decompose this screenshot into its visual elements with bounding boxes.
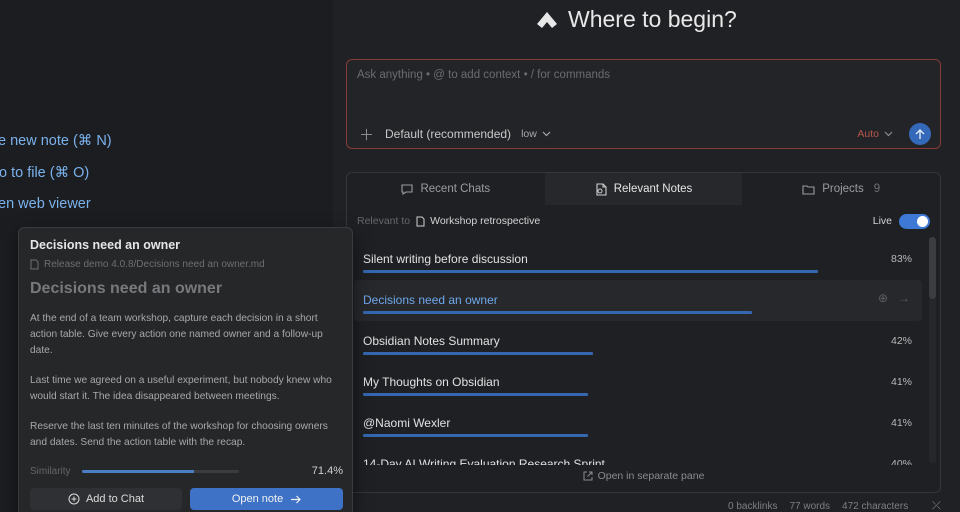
relevant-note-score: 41% bbox=[890, 417, 912, 429]
external-link-icon bbox=[583, 471, 593, 481]
chat-composer: ＋ Default (recommended) low Auto bbox=[346, 59, 941, 149]
open-in-separate-pane-link[interactable]: Open in separate pane bbox=[347, 470, 940, 482]
scrollbar-thumb[interactable] bbox=[929, 237, 936, 299]
model-selector[interactable]: Default (recommended) bbox=[385, 127, 511, 141]
chat-icon bbox=[401, 183, 414, 195]
relevant-note-title: @Naomi Wexler bbox=[363, 416, 451, 430]
relevant-note-title: 14-Day AI Writing Evaluation Research Sp… bbox=[363, 457, 605, 465]
relevant-note-item[interactable]: Decisions need an owner ⊕ → bbox=[354, 280, 922, 321]
results-scrollbar[interactable] bbox=[929, 237, 936, 463]
tab-projects[interactable]: Projects 9 bbox=[742, 173, 940, 205]
open-note-label: Open note bbox=[231, 493, 284, 505]
live-toggle-group: Live bbox=[872, 213, 930, 229]
effort-label: low bbox=[521, 128, 537, 140]
file-icon bbox=[416, 216, 425, 226]
status-bar: 0 backlinks 77 words 472 characters bbox=[728, 501, 908, 512]
relevant-note[interactable]: Workshop retrospective bbox=[416, 215, 540, 227]
live-label: Live bbox=[872, 215, 892, 227]
relevant-note-item[interactable]: @Naomi Wexler 41% bbox=[354, 403, 922, 444]
relevant-note-score: 41% bbox=[890, 376, 912, 388]
relevant-note-item[interactable]: Silent writing before discussion 83% bbox=[354, 239, 922, 280]
logo-icon bbox=[537, 11, 557, 28]
relevant-note-actions: ⊕ → bbox=[878, 291, 910, 305]
notes-icon bbox=[596, 182, 607, 196]
auto-label: Auto bbox=[857, 128, 879, 140]
tab-label: Relevant Notes bbox=[613, 183, 693, 195]
add-to-chat-icon[interactable]: ⊕ bbox=[878, 291, 888, 305]
preview-paragraph: Reserve the last ten minutes of the work… bbox=[30, 421, 328, 448]
word-count: 77 words bbox=[789, 501, 831, 512]
add-context-button[interactable]: ＋ bbox=[359, 124, 379, 145]
relevant-note-score-bar bbox=[363, 311, 752, 314]
relevant-note-title: My Thoughts on Obsidian bbox=[363, 375, 500, 389]
similarity-label: Similarity bbox=[30, 465, 71, 477]
relevant-note-score: 42% bbox=[890, 335, 912, 347]
tab-relevant-notes[interactable]: Relevant Notes bbox=[544, 173, 743, 205]
preview-path-text: Release demo 4.0.8/Decisions need an own… bbox=[44, 259, 265, 270]
chat-input[interactable] bbox=[357, 69, 927, 81]
preview-actions: Add to Chat Open note bbox=[30, 488, 343, 510]
plus-circle-icon bbox=[68, 493, 80, 505]
relevant-note-title: Silent writing before discussion bbox=[363, 252, 528, 266]
arrow-right-icon bbox=[291, 495, 302, 503]
create-new-note-link[interactable]: e new note (⌘ N) bbox=[0, 133, 112, 149]
similarity-value: 71.4% bbox=[311, 465, 343, 477]
chevron-down-icon bbox=[884, 131, 893, 137]
composer-toolbar: ＋ Default (recommended) low Auto bbox=[359, 123, 931, 145]
similarity-row: Similarity 71.4% bbox=[30, 465, 343, 477]
relevant-note-score-bar bbox=[363, 270, 818, 273]
tab-label: Projects bbox=[822, 183, 864, 195]
tab-label: Recent Chats bbox=[420, 183, 491, 195]
chevron-down-icon bbox=[542, 131, 551, 137]
similarity-bar bbox=[82, 469, 239, 473]
arrow-up-icon bbox=[915, 128, 925, 139]
page-title: Where to begin? bbox=[568, 6, 737, 32]
add-to-chat-button[interactable]: Add to Chat bbox=[30, 488, 182, 510]
note-preview-popover: Decisions need an owner Release demo 4.0… bbox=[18, 227, 353, 512]
relevant-note-item[interactable]: 14-Day AI Writing Evaluation Research Sp… bbox=[354, 444, 922, 465]
live-toggle[interactable] bbox=[899, 213, 930, 229]
relevant-note-score-bar bbox=[363, 352, 593, 355]
open-pane-label: Open in separate pane bbox=[597, 470, 705, 482]
relevant-row: Relevant to Workshop retrospective Live bbox=[347, 205, 940, 237]
sync-off-icon[interactable]: ⤫ bbox=[932, 500, 941, 512]
relevant-note-title: Workshop retrospective bbox=[430, 215, 541, 227]
preview-path: Release demo 4.0.8/Decisions need an own… bbox=[30, 259, 341, 270]
relevant-note-title: Decisions need an owner bbox=[363, 293, 498, 307]
preview-heading: Decisions need an owner bbox=[30, 280, 223, 297]
tab-recent-chats[interactable]: Recent Chats bbox=[347, 173, 545, 205]
relevant-label: Relevant to bbox=[357, 215, 411, 227]
preview-paragraph: At the end of a team workshop, capture e… bbox=[30, 313, 323, 356]
relevant-notes-list: Silent writing before discussion 83% Decis… bbox=[354, 239, 922, 465]
context-panel: Recent Chats Relevant Notes Projects 9 R… bbox=[346, 172, 941, 493]
relevant-note-item[interactable]: My Thoughts on Obsidian 41% bbox=[354, 362, 922, 403]
page-header: Where to begin? bbox=[536, 6, 737, 33]
projects-count: 9 bbox=[873, 183, 881, 195]
relevant-note-title: Obsidian Notes Summary bbox=[363, 334, 500, 348]
relevant-note-score-bar bbox=[363, 434, 588, 437]
similarity-bar-fill bbox=[82, 469, 195, 473]
preview-title: Decisions need an owner bbox=[30, 238, 181, 252]
arrow-right-icon[interactable]: → bbox=[898, 291, 910, 305]
open-web-viewer-link[interactable]: en web viewer bbox=[0, 196, 91, 212]
relevant-note-score: 40% bbox=[890, 458, 912, 465]
folder-icon bbox=[802, 184, 815, 195]
send-button[interactable] bbox=[909, 123, 931, 145]
relevant-note-score-bar bbox=[363, 393, 588, 396]
go-to-file-link[interactable]: o to file (⌘ O) bbox=[0, 165, 89, 181]
auto-selector[interactable]: Auto bbox=[857, 128, 893, 140]
file-icon bbox=[30, 259, 39, 270]
relevant-note-item[interactable]: Obsidian Notes Summary 42% bbox=[354, 321, 922, 362]
backlinks-count[interactable]: 0 backlinks bbox=[728, 501, 777, 512]
relevant-note-score: 83% bbox=[890, 253, 912, 265]
preview-paragraph: Last time we agreed on a useful experime… bbox=[30, 375, 332, 402]
open-note-button[interactable]: Open note bbox=[190, 488, 343, 510]
panel-tabs: Recent Chats Relevant Notes Projects 9 bbox=[347, 173, 940, 205]
add-to-chat-label: Add to Chat bbox=[85, 493, 145, 505]
effort-selector[interactable]: low bbox=[521, 128, 551, 140]
character-count: 472 characters bbox=[842, 501, 909, 512]
